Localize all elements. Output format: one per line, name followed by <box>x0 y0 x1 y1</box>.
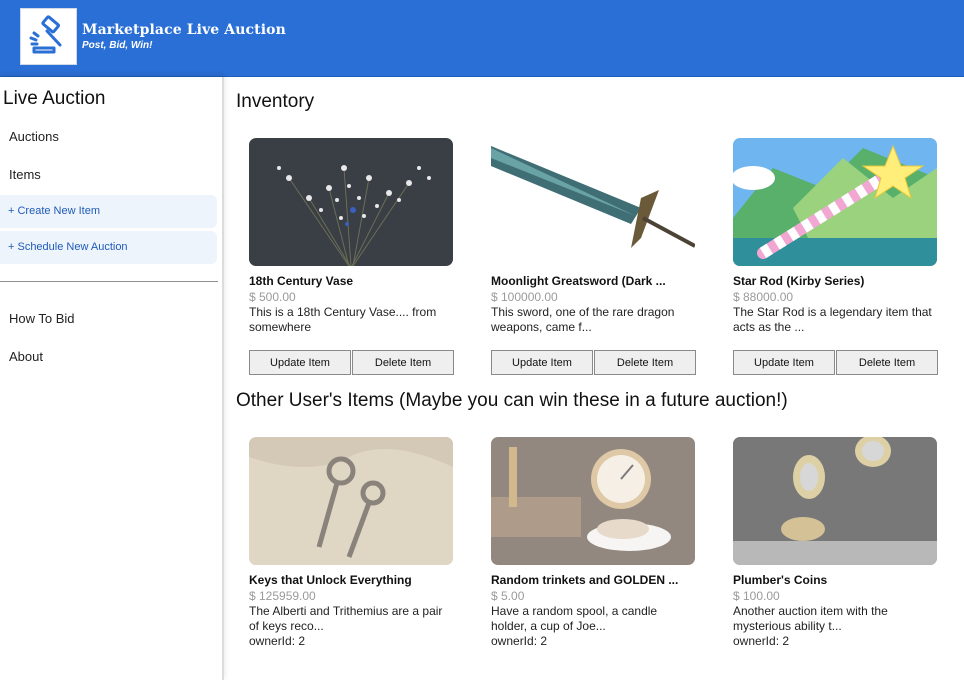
other-item-card: Random trinkets and GOLDEN ... $ 5.00 Ha… <box>491 437 696 649</box>
schedule-new-auction-button[interactable]: + Schedule New Auction <box>0 231 217 264</box>
item-price: $ 500.00 <box>249 290 296 304</box>
item-image[interactable] <box>733 138 937 266</box>
brand-tagline: Post, Bid, Win! <box>82 40 153 51</box>
item-price: $ 100.00 <box>733 589 780 603</box>
item-image[interactable] <box>733 437 937 565</box>
other-items-title: Other User's Items (Maybe you can win th… <box>236 390 788 411</box>
item-image[interactable] <box>491 437 695 565</box>
main-content: Inventory 18th Century Vase $ 500.00 Thi… <box>224 77 964 680</box>
item-price: $ 125959.00 <box>249 589 316 603</box>
logo[interactable] <box>20 8 77 65</box>
item-description: Have a random spool, a candle holder, a … <box>491 604 658 633</box>
item-price: $ 100000.00 <box>491 290 558 304</box>
item-owner: ownerId: 2 <box>733 634 790 648</box>
item-name[interactable]: Keys that Unlock Everything <box>249 573 454 587</box>
brand-title: Marketplace Live Auction <box>82 22 286 38</box>
app-header: Marketplace Live Auction Post, Bid, Win! <box>0 0 964 77</box>
delete-item-button[interactable]: Delete Item <box>594 350 696 375</box>
sidebar-divider <box>0 281 218 282</box>
item-image[interactable] <box>491 138 695 266</box>
item-price: $ 5.00 <box>491 589 525 603</box>
inventory-card: Moonlight Greatsword (Dark ... $ 100000.… <box>491 138 696 375</box>
item-image[interactable] <box>249 138 453 266</box>
update-item-button[interactable]: Update Item <box>249 350 351 375</box>
inventory-card: 18th Century Vase $ 500.00 This is a 18t… <box>249 138 454 375</box>
update-item-button[interactable]: Update Item <box>733 350 835 375</box>
item-description: This sword, one of the rare dragon weapo… <box>491 305 675 334</box>
gavel-icon <box>29 14 61 53</box>
item-description: Another auction item with the mysterious… <box>733 604 888 633</box>
sidebar-item-auctions[interactable]: Auctions <box>9 129 59 144</box>
create-new-item-button[interactable]: + Create New Item <box>0 195 217 228</box>
item-owner: ownerId: 2 <box>491 634 548 648</box>
item-owner: ownerId: 2 <box>249 634 306 648</box>
other-item-card: Plumber's Coins $ 100.00 Another auction… <box>733 437 938 649</box>
item-image[interactable] <box>249 437 453 565</box>
item-name[interactable]: Plumber's Coins <box>733 573 938 587</box>
other-item-card: Keys that Unlock Everything $ 125959.00 … <box>249 437 454 649</box>
item-name[interactable]: Moonlight Greatsword (Dark ... <box>491 274 696 288</box>
update-item-button[interactable]: Update Item <box>491 350 593 375</box>
sidebar-item-how-to-bid[interactable]: How To Bid <box>9 311 75 326</box>
inventory-title: Inventory <box>236 91 315 112</box>
sidebar-item-items[interactable]: Items <box>9 167 41 182</box>
item-name[interactable]: Star Rod (Kirby Series) <box>733 274 938 288</box>
delete-item-button[interactable]: Delete Item <box>352 350 454 375</box>
delete-item-button[interactable]: Delete Item <box>836 350 938 375</box>
inventory-card: Star Rod (Kirby Series) $ 88000.00 The S… <box>733 138 938 375</box>
item-description: This is a 18th Century Vase.... from som… <box>249 305 437 334</box>
item-description: The Alberti and Trithemius are a pair of… <box>249 604 443 633</box>
sidebar-title: Live Auction <box>3 88 106 109</box>
item-description: The Star Rod is a legendary item that ac… <box>733 305 932 334</box>
item-name[interactable]: 18th Century Vase <box>249 274 454 288</box>
item-price: $ 88000.00 <box>733 290 794 304</box>
sidebar: Live Auction Auctions Items + Create New… <box>0 77 224 680</box>
sidebar-item-about[interactable]: About <box>9 349 43 364</box>
item-name[interactable]: Random trinkets and GOLDEN ... <box>491 573 696 587</box>
